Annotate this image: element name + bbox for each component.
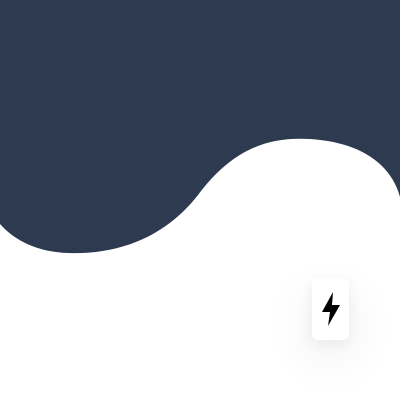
app-screen	[0, 0, 400, 400]
hero-wave-background	[0, 0, 400, 254]
lightning-bolt-path	[321, 292, 340, 326]
hero-wave-shape	[0, 0, 400, 254]
lightning-bolt-icon	[321, 292, 340, 326]
quick-action-button[interactable]	[312, 278, 349, 340]
